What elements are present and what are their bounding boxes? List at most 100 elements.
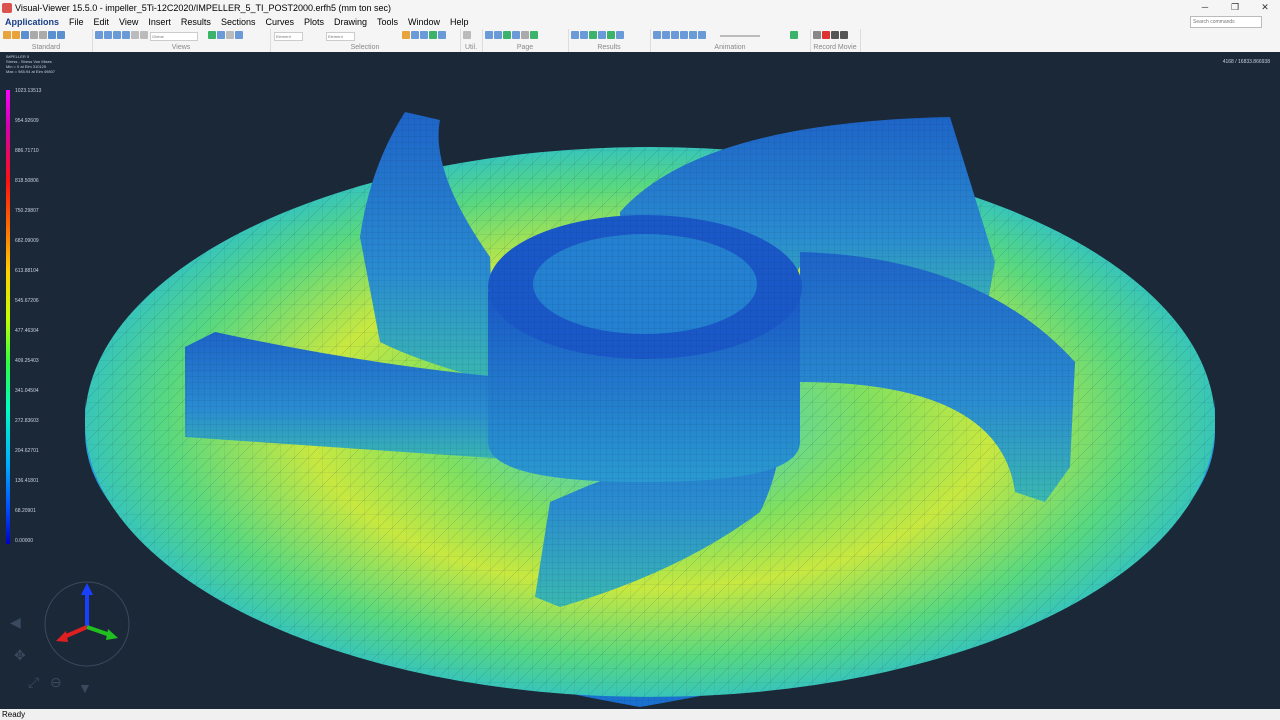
toolbar-label-standard: Standard [31, 44, 61, 51]
menu-help[interactable]: Help [445, 17, 474, 27]
camera-icon[interactable] [813, 31, 821, 39]
cut-icon[interactable] [30, 31, 38, 39]
legend-value: 1023.13513 [15, 88, 42, 94]
menu-window[interactable]: Window [403, 17, 445, 27]
legend-value: 954.92609 [15, 118, 39, 124]
menu-applications[interactable]: Applications [0, 17, 64, 27]
view-front-icon[interactable] [95, 31, 103, 39]
axis-icon[interactable] [235, 31, 243, 39]
close-button[interactable]: ✕ [1250, 0, 1280, 15]
page-add-icon[interactable] [503, 31, 511, 39]
toolbar-label-animation: Animation [714, 44, 746, 51]
last-frame-icon[interactable] [698, 31, 706, 39]
restore-button[interactable]: ❐ [1220, 0, 1250, 15]
results-icons[interactable] [571, 31, 624, 39]
stop-icon[interactable] [840, 31, 848, 39]
play-back-icon[interactable] [671, 31, 679, 39]
title-bar: Visual-Viewer 15.5.0 - impeller_5Ti-12C2… [0, 0, 1280, 15]
deselect-icon[interactable] [438, 31, 446, 39]
toolbar-group-animation: Animation [650, 29, 811, 52]
menu-plots[interactable]: Plots [299, 17, 329, 27]
command-search-input[interactable]: Search commands [1190, 16, 1262, 28]
loop-icon[interactable] [790, 31, 798, 39]
vector-icon[interactable] [589, 31, 597, 39]
toolbar-group-util: Util. [460, 29, 483, 52]
redo-icon[interactable] [57, 31, 65, 39]
deform-icon[interactable] [580, 31, 588, 39]
view-side-icon[interactable] [122, 31, 130, 39]
zoom-icon[interactable] [217, 31, 225, 39]
fit-view-icon[interactable] [208, 31, 216, 39]
menu-results[interactable]: Results [176, 17, 216, 27]
animation-icons-2[interactable] [790, 31, 798, 39]
page-next-icon[interactable] [494, 31, 502, 39]
prev-frame-icon[interactable] [662, 31, 670, 39]
selection-type-dropdown[interactable]: Element [326, 32, 355, 41]
rotate-icon[interactable] [140, 31, 148, 39]
animation-slider[interactable] [720, 35, 760, 37]
coordinate-system-dropdown[interactable]: Global [150, 32, 198, 41]
play-icon[interactable] [689, 31, 697, 39]
arrow-down-icon[interactable]: ▼ [78, 680, 92, 696]
page-icons[interactable] [485, 31, 538, 39]
toolbar: Standard Global Views Element Element Se… [0, 29, 1280, 53]
toolbar-label-record-movie: Record Movie [813, 44, 857, 51]
menu-sections[interactable]: Sections [216, 17, 261, 27]
menu-view[interactable]: View [114, 17, 143, 27]
arrow-left-icon[interactable]: ◀ [10, 614, 21, 631]
record-pause-icon[interactable] [831, 31, 839, 39]
undo-icon[interactable] [48, 31, 56, 39]
menu-drawing[interactable]: Drawing [329, 17, 372, 27]
select-icon[interactable] [402, 31, 410, 39]
views-icons[interactable] [95, 31, 148, 39]
zoom-out-icon[interactable]: ⊖ [50, 674, 62, 691]
toolbar-label-util: Util. [464, 44, 478, 51]
fit-icon[interactable]: ⤢ [28, 674, 39, 691]
legend-value: 545.67206 [15, 298, 39, 304]
view-iso-icon[interactable] [104, 31, 112, 39]
util-icons[interactable] [463, 31, 471, 39]
legend-value: 750.29807 [15, 208, 39, 214]
record-icons[interactable] [813, 31, 848, 39]
entity-type-dropdown[interactable]: Element [274, 32, 303, 41]
open-file-icon[interactable] [12, 31, 20, 39]
pan-icon[interactable] [131, 31, 139, 39]
select-box-icon[interactable] [411, 31, 419, 39]
select-all-icon[interactable] [429, 31, 437, 39]
record-icon[interactable] [822, 31, 830, 39]
select-poly-icon[interactable] [420, 31, 428, 39]
legend-icon[interactable] [607, 31, 615, 39]
views-icons-2[interactable] [208, 31, 243, 39]
move-icon[interactable]: ✥ [14, 647, 26, 664]
axis-triad-icon[interactable] [42, 579, 132, 669]
toolbar-label-views: Views [171, 44, 191, 51]
contour-icon[interactable] [571, 31, 579, 39]
animation-icons[interactable] [653, 31, 706, 39]
util-icon[interactable] [463, 31, 471, 39]
menu-tools[interactable]: Tools [372, 17, 403, 27]
page-sync-icon[interactable] [530, 31, 538, 39]
legend-value: 477.46304 [15, 328, 39, 334]
isosurface-icon[interactable] [598, 31, 606, 39]
save-icon[interactable] [21, 31, 29, 39]
first-frame-icon[interactable] [653, 31, 661, 39]
copy-icon[interactable] [39, 31, 47, 39]
impeller-model[interactable] [0, 52, 1280, 709]
standard-icons[interactable] [3, 31, 65, 39]
legend-value: 272.83603 [15, 418, 39, 424]
menu-file[interactable]: File [64, 17, 89, 27]
page-prev-icon[interactable] [485, 31, 493, 39]
menu-insert[interactable]: Insert [143, 17, 176, 27]
new-file-icon[interactable] [3, 31, 11, 39]
view-top-icon[interactable] [113, 31, 121, 39]
page-layout-icon[interactable] [512, 31, 520, 39]
probe-icon[interactable] [616, 31, 624, 39]
pause-icon[interactable] [680, 31, 688, 39]
graphics-viewport[interactable]: IMPELLER 5 Stress - Stress Von Mises Min… [0, 52, 1280, 709]
minimize-button[interactable]: ─ [1190, 0, 1220, 15]
menu-curves[interactable]: Curves [260, 17, 299, 27]
menu-edit[interactable]: Edit [89, 17, 115, 27]
page-grid-icon[interactable] [521, 31, 529, 39]
selection-icons[interactable] [402, 31, 446, 39]
pick-icon[interactable] [226, 31, 234, 39]
